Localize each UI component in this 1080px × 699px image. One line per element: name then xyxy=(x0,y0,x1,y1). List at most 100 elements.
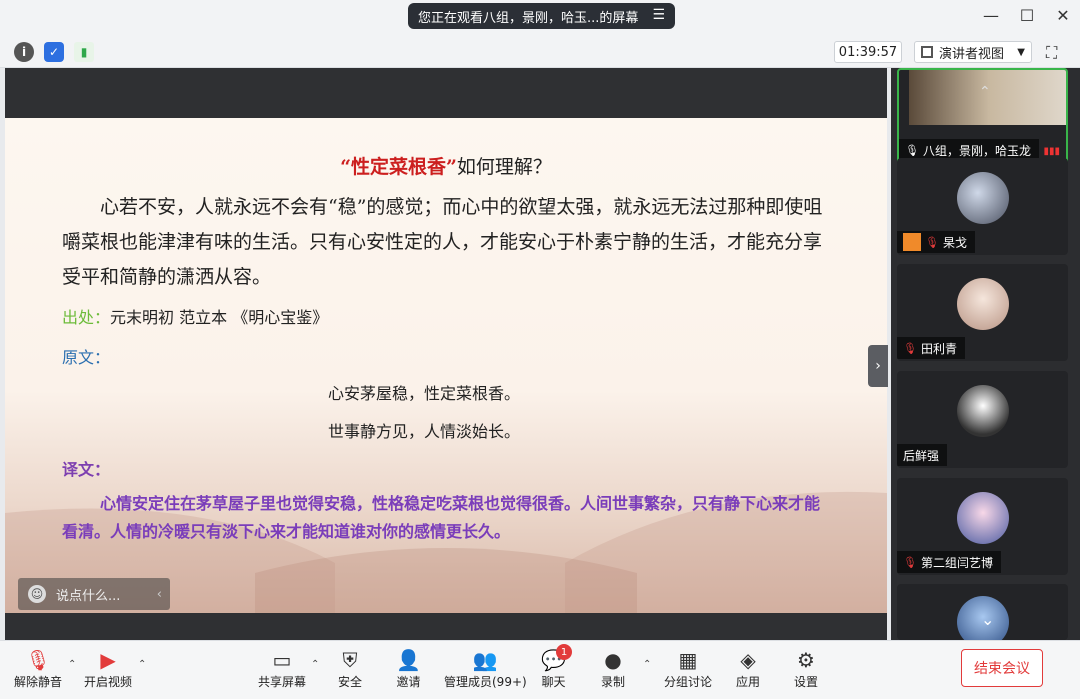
microphone-icon: 🎙 xyxy=(905,143,919,157)
chat-label: 聊天 xyxy=(541,675,566,689)
participants-panel: ⌃ 🎙 八组，景刚，哈玉龙 ▮▮▮ 🎙 杲戈 🎙 田利青 后鲜强 🎙 第二组闫艺… xyxy=(891,68,1080,640)
participant-name: 第二组闫艺博 xyxy=(920,555,993,570)
breakout-rooms-button[interactable]: ▦ 分组讨论 xyxy=(664,647,712,690)
translation-label: 译文： xyxy=(62,460,111,479)
shield-icon: ⛨ xyxy=(342,648,358,672)
info-icon[interactable]: i xyxy=(14,42,34,62)
chevron-down-icon[interactable]: ⌄ xyxy=(981,610,994,629)
chevron-up-icon[interactable]: ⌃ xyxy=(643,659,651,670)
participant-name: 杲戈 xyxy=(942,235,967,250)
presentation-slide: “性定菜根香”如何理解？ 心若不安，人就永远不会有“稳”的感觉；而心中的欲望太强… xyxy=(5,118,887,613)
panel-toggle-button[interactable]: › xyxy=(868,345,888,387)
meeting-timer: 01:39:57 xyxy=(834,41,902,63)
security-button[interactable]: ⛨ 安全 xyxy=(338,647,362,690)
info-icons: i ✓ ▮ xyxy=(14,42,94,62)
participants-icon: 👥 xyxy=(472,648,498,672)
meeting-info-bar: i ✓ ▮ 01:39:57 演讲者视图 ▼ ⛶ xyxy=(0,36,1080,68)
chevron-left-icon[interactable]: ‹ xyxy=(157,587,162,602)
screen-share-banner[interactable]: 您正在观看八组，景刚，哈玉...的屏幕 ☰ xyxy=(408,3,675,29)
original-label: 原文： xyxy=(62,348,111,367)
participant-name: 后鲜强 xyxy=(903,448,940,463)
close-button[interactable]: ✕ xyxy=(1054,6,1072,25)
share-screen-button[interactable]: ▭ 共享屏幕 xyxy=(258,647,306,690)
chat-placeholder: 说点什么... xyxy=(56,588,121,604)
share-banner-text: 您正在观看八组，景刚，哈玉...的屏幕 xyxy=(418,10,639,26)
translation-text: 心情安定住在茅草屋子里也觉得安稳，性格稳定吃菜根也觉得很香。人间世事繁杂，只有静… xyxy=(62,494,821,541)
source-line: 出处：元末明初 范立本 《明心宝鉴》 xyxy=(62,304,328,328)
source-label: 出处： xyxy=(62,308,111,327)
avatar xyxy=(957,385,1009,437)
signal-icon[interactable]: ▮ xyxy=(74,42,94,62)
participant-tile[interactable]: 后鲜强 xyxy=(897,371,1068,468)
slide-title: “性定菜根香”如何理解？ xyxy=(5,152,887,179)
video-off-icon: ▶ xyxy=(100,648,116,672)
view-label: 演讲者视图 xyxy=(939,46,1005,62)
microphone-muted-icon: 🎙 xyxy=(903,341,917,355)
start-video-button[interactable]: ▶ 开启视频 xyxy=(84,647,132,690)
add-user-icon: 👤 xyxy=(396,648,421,672)
slide-paragraph: 心若不安，人就永远不会有“稳”的感觉；而心中的欲望太强，就永远无法过那种即使咀嚼… xyxy=(62,196,823,288)
apps-label: 应用 xyxy=(736,675,761,689)
avatar xyxy=(957,492,1009,544)
breakout-label: 分组讨论 xyxy=(664,675,713,689)
fullscreen-icon[interactable]: ⛶ xyxy=(1046,43,1064,62)
microphone-muted-icon: 🎙 xyxy=(925,235,939,249)
signal-icon: ▮▮▮ xyxy=(1043,146,1060,157)
minimize-button[interactable]: — xyxy=(982,6,1000,25)
participant-name: 八组，景刚，哈玉龙 xyxy=(922,143,1031,158)
maximize-button[interactable]: ☐ xyxy=(1018,6,1036,25)
video-label: 开启视频 xyxy=(84,675,133,689)
invite-label: 邀请 xyxy=(396,675,421,689)
window-titlebar: 您正在观看八组，景刚，哈玉...的屏幕 ☰ — ☐ ✕ xyxy=(0,0,1080,36)
emoji-icon[interactable]: ☺ xyxy=(28,585,46,603)
chevron-down-icon: ▼ xyxy=(1017,46,1025,58)
poem-line-2: 世事静方见，人情淡始长。 xyxy=(328,422,521,441)
chat-unread-badge: 1 xyxy=(556,644,572,660)
unmute-label: 解除静音 xyxy=(14,675,63,689)
end-meeting-button[interactable]: 结束会议 xyxy=(961,649,1043,687)
grid-icon xyxy=(921,46,933,58)
participant-tile[interactable]: ⌄ xyxy=(897,584,1068,640)
chevron-up-icon[interactable]: ⌃ xyxy=(311,659,319,670)
menu-icon[interactable]: ☰ xyxy=(652,7,665,23)
participant-name: 田利青 xyxy=(920,341,957,356)
chevron-right-icon: › xyxy=(875,358,881,374)
poem-line-1: 心安茅屋稳，性定菜根香。 xyxy=(328,384,521,403)
chat-input[interactable]: ☺ 说点什么... ‹ xyxy=(18,578,170,610)
participant-name-tag: 后鲜强 xyxy=(897,444,948,466)
meeting-toolbar: 🎙 解除静音 ⌃ ▶ 开启视频 ⌃ ▭ 共享屏幕 ⌃ ⛨ 安全 👤 邀请 👥 管… xyxy=(0,640,1080,699)
gear-icon: ⚙ xyxy=(797,648,815,672)
participant-name-tag: 🎙 杲戈 xyxy=(897,231,975,253)
chevron-up-icon[interactable]: ⌃ xyxy=(138,659,146,670)
avatar xyxy=(957,278,1009,330)
title-highlight: “性定菜根香” xyxy=(340,156,457,178)
participant-tile[interactable]: 🎙 第二组闫艺博 xyxy=(897,478,1068,575)
apps-button[interactable]: ◈ 应用 xyxy=(736,647,760,690)
participant-tile[interactable]: 🎙 田利青 xyxy=(897,264,1068,361)
shield-icon[interactable]: ✓ xyxy=(44,42,64,62)
security-label: 安全 xyxy=(338,675,363,689)
record-label: 录制 xyxy=(601,675,626,689)
participant-name-tag: 🎙 第二组闫艺博 xyxy=(897,551,1001,573)
shared-screen: “性定菜根香”如何理解？ 心若不安，人就永远不会有“稳”的感觉；而心中的欲望太强… xyxy=(5,68,887,640)
chevron-up-icon[interactable]: ⌃ xyxy=(68,659,76,670)
invite-button[interactable]: 👤 邀请 xyxy=(396,647,421,690)
breakout-icon: ▦ xyxy=(678,648,698,672)
participant-tile[interactable]: ⌃ 🎙 八组，景刚，哈玉龙 ▮▮▮ xyxy=(897,68,1068,165)
apps-icon: ◈ xyxy=(740,648,756,672)
settings-button[interactable]: ⚙ 设置 xyxy=(794,647,818,690)
source-text: 元末明初 范立本 《明心宝鉴》 xyxy=(110,308,329,327)
record-button[interactable]: ● 录制 xyxy=(601,647,625,690)
unmute-button[interactable]: 🎙 解除静音 xyxy=(14,647,62,690)
chevron-up-icon[interactable]: ⌃ xyxy=(979,84,991,100)
record-icon: ● xyxy=(604,648,622,672)
speaker-view-dropdown[interactable]: 演讲者视图 ▼ xyxy=(914,41,1032,63)
window-controls: — ☐ ✕ xyxy=(982,6,1072,25)
manage-participants-button[interactable]: 👥 管理成员(99+) xyxy=(444,647,527,690)
microphone-muted-icon: 🎙 xyxy=(25,648,51,672)
share-label: 共享屏幕 xyxy=(258,675,307,689)
share-screen-icon: ▭ xyxy=(272,648,292,672)
title-rest: 如何理解？ xyxy=(456,156,552,178)
avatar xyxy=(957,172,1009,224)
participant-tile[interactable]: 🎙 杲戈 xyxy=(897,158,1068,255)
